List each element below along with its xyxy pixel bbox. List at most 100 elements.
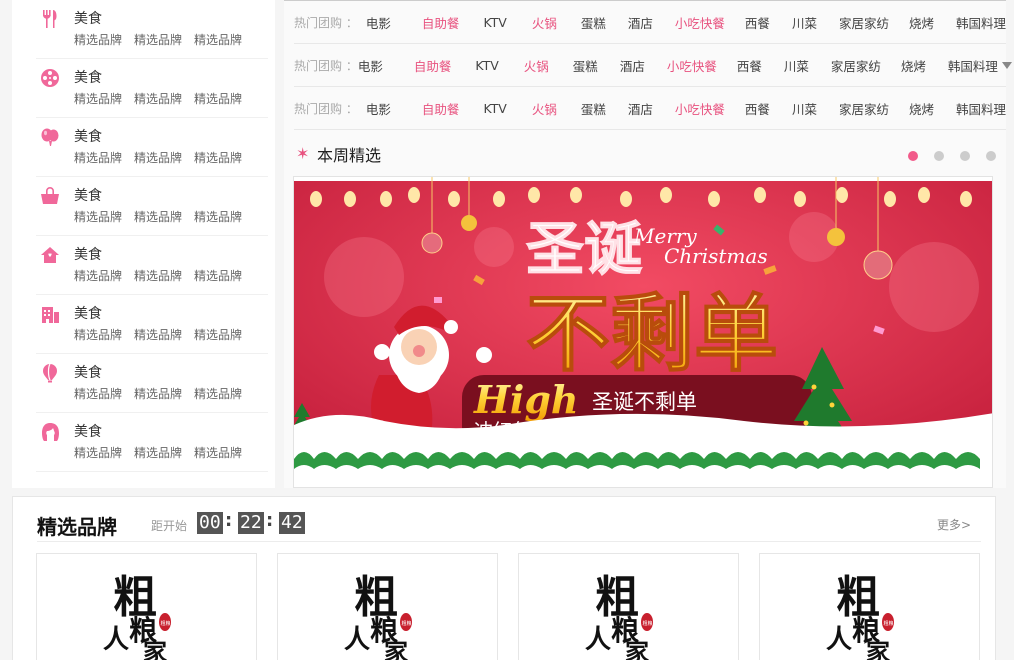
hot-groupbuy-link[interactable]: 烧烤: [909, 99, 934, 118]
hot-groupbuy-links: 电影 自助餐 KTV 火锅 蛋糕 酒店 小吃快餐 西餐 川菜 家居家纺 烧烤 韩国料理: [366, 99, 1006, 118]
category-item-food-3[interactable]: 美食 精选品牌 精选品牌 精选品牌: [36, 118, 268, 177]
hot-groupbuy-link[interactable]: 电影: [366, 13, 391, 32]
category-sub-link[interactable]: 精选品牌: [194, 90, 242, 107]
hot-groupbuy-link[interactable]: 西餐: [745, 99, 770, 118]
category-sub-link[interactable]: 精选品牌: [134, 444, 182, 461]
category-title[interactable]: 美食: [74, 8, 102, 28]
hot-groupbuy-link[interactable]: 家居家纺: [839, 99, 889, 118]
category-item-food-1[interactable]: 美食 精选品牌 精选品牌 精选品牌: [36, 0, 268, 59]
category-item-food-2[interactable]: 美食 精选品牌 精选品牌 精选品牌: [36, 59, 268, 118]
hot-groupbuy-link[interactable]: 蛋糕: [581, 13, 606, 32]
hot-groupbuy-link[interactable]: 酒店: [620, 56, 645, 75]
category-title[interactable]: 美食: [74, 185, 102, 205]
category-sub-link[interactable]: 精选品牌: [134, 149, 182, 166]
hot-groupbuy-link[interactable]: 火锅: [524, 56, 549, 75]
svg-text:粗粮: 粗粮: [643, 620, 653, 627]
hot-groupbuy-link[interactable]: 酒店: [628, 13, 653, 32]
category-item-food-6[interactable]: 美食 精选品牌 精选品牌 精选品牌: [36, 295, 268, 354]
star-icon: ✶: [296, 144, 310, 163]
hot-groupbuy-link[interactable]: KTV: [483, 101, 506, 116]
svg-text:粗粮: 粗粮: [884, 620, 894, 627]
hot-groupbuy-link[interactable]: 西餐: [745, 13, 770, 32]
category-item-food-7[interactable]: 美食 精选品牌 精选品牌 精选品牌: [36, 354, 268, 413]
carousel-dot-3[interactable]: [960, 151, 970, 161]
category-sub-link[interactable]: 精选品牌: [194, 267, 242, 284]
countdown-separator: :: [266, 510, 274, 531]
brand-card[interactable]: 粗 人 粮 家 粗粮: [36, 553, 257, 660]
category-sub-link[interactable]: 精选品牌: [74, 326, 122, 343]
brand-card[interactable]: 粗 人 粮 家 粗粮: [518, 553, 739, 660]
category-sub-link[interactable]: 精选品牌: [134, 208, 182, 225]
hot-groupbuy-label: 热门团购 ：: [294, 15, 358, 30]
hot-groupbuy-link[interactable]: 烧烤: [909, 13, 934, 32]
hot-groupbuy-link[interactable]: 家居家纺: [831, 56, 881, 75]
category-sub-link[interactable]: 精选品牌: [194, 149, 242, 166]
category-sub-link[interactable]: 精选品牌: [194, 208, 242, 225]
hot-groupbuy-link[interactable]: 火锅: [532, 99, 557, 118]
category-sub-link[interactable]: 精选品牌: [74, 90, 122, 107]
hot-groupbuy-link[interactable]: 川菜: [792, 13, 817, 32]
hot-groupbuy-link[interactable]: 韩国料理: [956, 99, 1006, 118]
hot-groupbuy-link[interactable]: 家居家纺: [839, 13, 889, 32]
carousel-dot-1[interactable]: [908, 151, 918, 161]
category-sub-link[interactable]: 精选品牌: [74, 267, 122, 284]
category-sidebar: 美食 精选品牌 精选品牌 精选品牌 美食 精选品牌 精选品牌 精选品牌 美食 精…: [12, 0, 275, 488]
category-title[interactable]: 美食: [74, 362, 102, 382]
svg-text:家: 家: [625, 637, 649, 660]
category-sub-link[interactable]: 精选品牌: [194, 326, 242, 343]
hot-air-balloon-icon: [40, 363, 60, 383]
brand-logo: 粗 人 粮 家 粗粮: [344, 572, 412, 660]
category-title[interactable]: 美食: [74, 303, 102, 323]
hot-groupbuy-link[interactable]: 火锅: [532, 13, 557, 32]
hot-groupbuy-label: 热门团购 ：: [294, 101, 358, 116]
hot-groupbuy-link[interactable]: 酒店: [628, 99, 653, 118]
carousel-dot-4[interactable]: [986, 151, 996, 161]
category-sub-link[interactable]: 精选品牌: [74, 444, 122, 461]
expand-arrow-icon[interactable]: [1001, 61, 1012, 69]
category-sub-link[interactable]: 精选品牌: [134, 385, 182, 402]
category-sub-link[interactable]: 精选品牌: [134, 90, 182, 107]
hot-groupbuy-link[interactable]: 自助餐: [422, 13, 460, 32]
hot-groupbuy-link[interactable]: 西餐: [737, 56, 762, 75]
hot-groupbuy-link[interactable]: 电影: [366, 99, 391, 118]
hot-groupbuy-link[interactable]: 蛋糕: [581, 99, 606, 118]
hot-groupbuy-link[interactable]: KTV: [483, 15, 506, 30]
category-sub-link[interactable]: 精选品牌: [74, 31, 122, 48]
brand-card[interactable]: 粗 人 粮 家 粗粮: [759, 553, 980, 660]
hot-groupbuy-link[interactable]: 烧烤: [901, 56, 926, 75]
category-sub-link[interactable]: 精选品牌: [194, 444, 242, 461]
hot-groupbuy-link[interactable]: 小吃快餐: [675, 13, 725, 32]
brand-card[interactable]: 粗 人 粮 家 粗粮: [277, 553, 498, 660]
category-sub-link[interactable]: 精选品牌: [74, 149, 122, 166]
hot-groupbuy-link[interactable]: 川菜: [784, 56, 809, 75]
category-sub-link[interactable]: 精选品牌: [74, 208, 122, 225]
category-item-food-4[interactable]: 美食 精选品牌 精选品牌 精选品牌: [36, 177, 268, 236]
hot-groupbuy-link[interactable]: 小吃快餐: [667, 56, 717, 75]
brands-more-link[interactable]: 更多>: [937, 516, 971, 533]
category-title[interactable]: 美食: [74, 67, 102, 87]
svg-text:家: 家: [384, 637, 408, 660]
hot-groupbuy-link[interactable]: 韩国料理: [948, 56, 998, 75]
category-item-food-5[interactable]: 美食 精选品牌 精选品牌 精选品牌: [36, 236, 268, 295]
category-item-food-8[interactable]: 美食 精选品牌 精选品牌 精选品牌: [36, 413, 268, 472]
category-sub-link[interactable]: 精选品牌: [134, 31, 182, 48]
category-sub-link[interactable]: 精选品牌: [74, 385, 122, 402]
category-sub-link[interactable]: 精选品牌: [134, 326, 182, 343]
christmas-banner[interactable]: 圣诞 Merry Christmas 不剩单 High 圣诞不剩单: [293, 176, 993, 488]
category-sub-link[interactable]: 精选品牌: [194, 31, 242, 48]
hot-groupbuy-link[interactable]: KTV: [475, 58, 498, 73]
category-title[interactable]: 美食: [74, 126, 102, 146]
hot-groupbuy-link[interactable]: 韩国料理: [956, 13, 1006, 32]
hot-groupbuy-link[interactable]: 小吃快餐: [675, 99, 725, 118]
category-sub-link[interactable]: 精选品牌: [134, 267, 182, 284]
category-title[interactable]: 美食: [74, 421, 102, 441]
category-title[interactable]: 美食: [74, 244, 102, 264]
carousel-dot-2[interactable]: [934, 151, 944, 161]
hot-groupbuy-link[interactable]: 蛋糕: [573, 56, 598, 75]
category-sub-link[interactable]: 精选品牌: [194, 385, 242, 402]
hot-groupbuy-row: 热门团购 ： 电影 自助餐 KTV 火锅 蛋糕 酒店 小吃快餐 西餐 川菜 家居家纺 烧烤 韩国料理: [294, 87, 1006, 130]
hot-groupbuy-link[interactable]: 电影: [358, 56, 383, 75]
hot-groupbuy-link[interactable]: 自助餐: [422, 99, 460, 118]
hot-groupbuy-link[interactable]: 川菜: [792, 99, 817, 118]
hot-groupbuy-link[interactable]: 自助餐: [414, 56, 452, 75]
